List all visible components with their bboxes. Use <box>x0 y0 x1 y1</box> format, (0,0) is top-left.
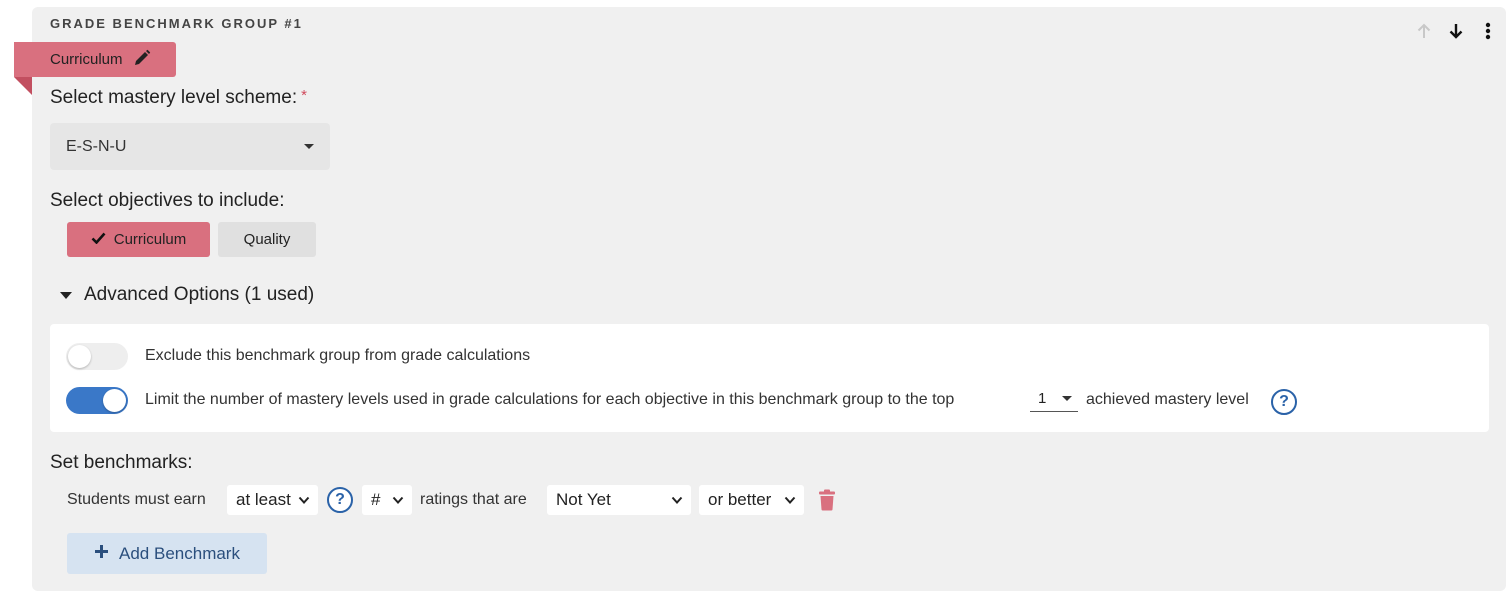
benchmarks-label: Set benchmarks: <box>50 452 193 473</box>
limit-toggle[interactable] <box>66 387 128 414</box>
toggle-knob <box>68 345 91 368</box>
objective-quality-button[interactable]: Quality <box>218 222 316 257</box>
limit-label-after: achieved mastery level <box>1086 391 1249 408</box>
objectives-label: Select objectives to include: <box>50 190 285 211</box>
check-icon <box>91 231 106 248</box>
limit-count-value: 1 <box>1038 390 1047 407</box>
objective-curriculum-label: Curriculum <box>113 231 187 248</box>
help-icon[interactable]: ? <box>327 487 353 513</box>
advanced-options-panel <box>50 324 1489 432</box>
mastery-scheme-select[interactable]: E-S-N-U <box>50 123 330 170</box>
caret-down-icon <box>1062 396 1072 401</box>
chevron-down-icon <box>671 496 683 504</box>
rating-value: Not Yet <box>556 490 611 509</box>
category-ribbon[interactable]: Curriculum <box>14 42 176 77</box>
limit-count-select[interactable]: 1 <box>1030 386 1078 412</box>
pencil-icon[interactable] <box>133 49 151 71</box>
limit-label-before: Limit the number of mastery levels used … <box>145 391 955 408</box>
arrow-down-icon[interactable] <box>1446 20 1466 42</box>
group-controls <box>1414 20 1498 42</box>
required-mark: * <box>301 87 307 104</box>
chevron-down-icon <box>298 496 310 504</box>
chevron-down-icon <box>392 496 404 504</box>
count-select[interactable]: # <box>362 485 412 515</box>
objective-quality-label: Quality <box>243 231 291 248</box>
ribbon-label: Curriculum <box>50 51 123 68</box>
comparator-select[interactable]: at least <box>227 485 318 515</box>
trash-icon[interactable] <box>818 489 836 511</box>
benchmark-middle-text: ratings that are <box>420 491 527 508</box>
exclude-toggle[interactable] <box>66 343 128 370</box>
help-icon[interactable]: ? <box>1271 389 1297 415</box>
ribbon-fold <box>14 77 32 95</box>
group-title: GRADE BENCHMARK GROUP #1 <box>50 16 303 31</box>
triangle-down-icon <box>60 291 72 299</box>
objective-curriculum-button[interactable]: Curriculum <box>67 222 210 257</box>
chevron-down-icon <box>784 496 796 504</box>
more-vertical-icon[interactable] <box>1478 20 1498 42</box>
toggle-knob <box>103 389 126 412</box>
caret-down-icon <box>304 144 314 149</box>
qualifier-select[interactable]: or better <box>699 485 804 515</box>
add-benchmark-label: Add Benchmark <box>119 543 240 563</box>
plus-icon <box>94 544 109 564</box>
exclude-label: Exclude this benchmark group from grade … <box>145 347 531 364</box>
scheme-selected-value: E-S-N-U <box>66 137 127 155</box>
advanced-options-toggle[interactable]: Advanced Options (1 used) <box>60 284 314 306</box>
benchmark-prefix: Students must earn <box>67 491 206 508</box>
rating-select[interactable]: Not Yet <box>547 485 691 515</box>
add-benchmark-button[interactable]: Add Benchmark <box>67 533 267 574</box>
count-value: # <box>371 490 381 509</box>
qualifier-value: or better <box>708 490 772 509</box>
arrow-up-icon[interactable] <box>1414 20 1434 42</box>
comparator-value: at least <box>236 490 291 509</box>
advanced-options-label: Advanced Options (1 used) <box>84 284 315 305</box>
scheme-label: Select mastery level scheme: * <box>50 87 307 108</box>
